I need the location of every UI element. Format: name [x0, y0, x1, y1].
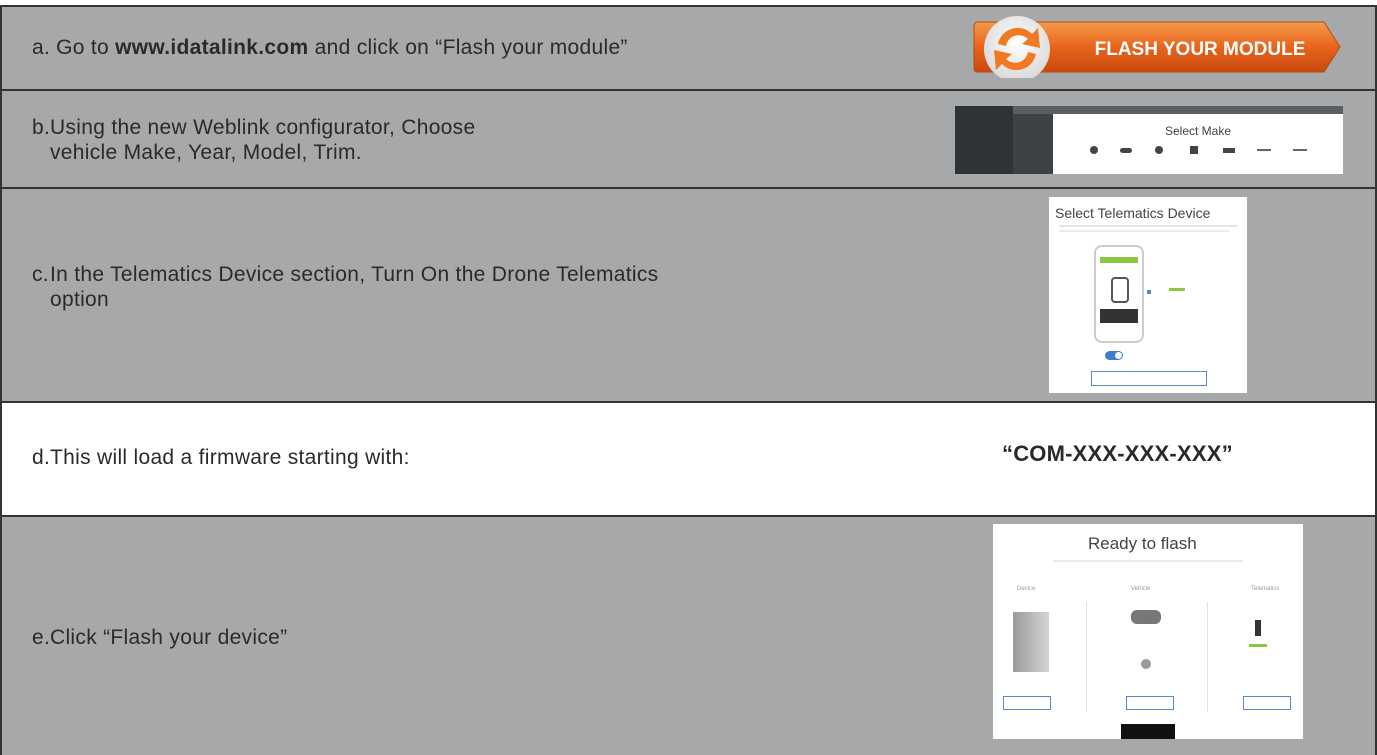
weblink-select-make-screenshot: Select Make [955, 106, 1343, 174]
vehicle-image [1131, 610, 1161, 624]
firmware-prefix: “COM-XXX-XXX-XXX” [1002, 441, 1233, 466]
drone-logo [1169, 288, 1185, 291]
step-c-text: c.In the Telematics Device section, Turn… [32, 263, 659, 311]
telematics-modify-button[interactable] [1243, 696, 1291, 710]
step-b-text: b.Using the new Weblink configurator, Ch… [32, 116, 476, 164]
vehicle-modify-button[interactable] [1126, 696, 1174, 710]
flash-button-label: FLASH YOUR MODULE [1095, 39, 1306, 60]
step-d-text: d.This will load a firmware starting wit… [32, 446, 410, 469]
select-make-title: Select Make [1165, 124, 1232, 138]
vehicle-col-label: Vehicle [1131, 586, 1151, 592]
ready-to-flash-screenshot: Ready to flash Device Vehicle Telematics [993, 524, 1303, 739]
device-replace-button[interactable] [1003, 696, 1051, 710]
idatalink-link[interactable]: www.idatalink.com [115, 36, 308, 59]
screenshot-subnav [1013, 114, 1053, 174]
flash-button-graphic: FLASH YOUR MODULE [973, 16, 1341, 82]
flash-your-device-button[interactable] [1121, 724, 1175, 739]
screenshot-topbar [1013, 106, 1343, 114]
step-row-d: d.This will load a firmware starting wit… [0, 401, 1377, 515]
step-row-b: b.Using the new Weblink configurator, Ch… [0, 89, 1377, 187]
step-e-text: e.Click “Flash your device” [32, 626, 288, 649]
select-telematics-title: Select Telematics Device [1055, 205, 1211, 221]
ready-to-flash-title: Ready to flash [1088, 534, 1197, 553]
step-row-e: e.Click “Flash your device” Ready to fla… [0, 515, 1377, 755]
save-and-go-to-firmware-button[interactable] [1091, 371, 1207, 386]
device-image [1013, 612, 1049, 672]
telematics-col-label: Telematics [1251, 586, 1280, 592]
step-row-c: c.In the Telematics Device section, Turn… [0, 187, 1377, 401]
step-a-text: a. Go to www.idatalink.com and click on … [32, 36, 628, 59]
step-row-a: a. Go to www.idatalink.com and click on … [0, 5, 1377, 89]
device-col-label: Device [1017, 586, 1036, 592]
phone-illustration [1094, 245, 1144, 343]
drone-device-image [1255, 620, 1261, 636]
telematics-device-screenshot: Select Telematics Device [1049, 197, 1247, 393]
screenshot-sidebar [955, 106, 1013, 174]
drone-toggle[interactable] [1105, 351, 1123, 360]
flash-your-module-button[interactable]: FLASH YOUR MODULE [972, 16, 1344, 82]
